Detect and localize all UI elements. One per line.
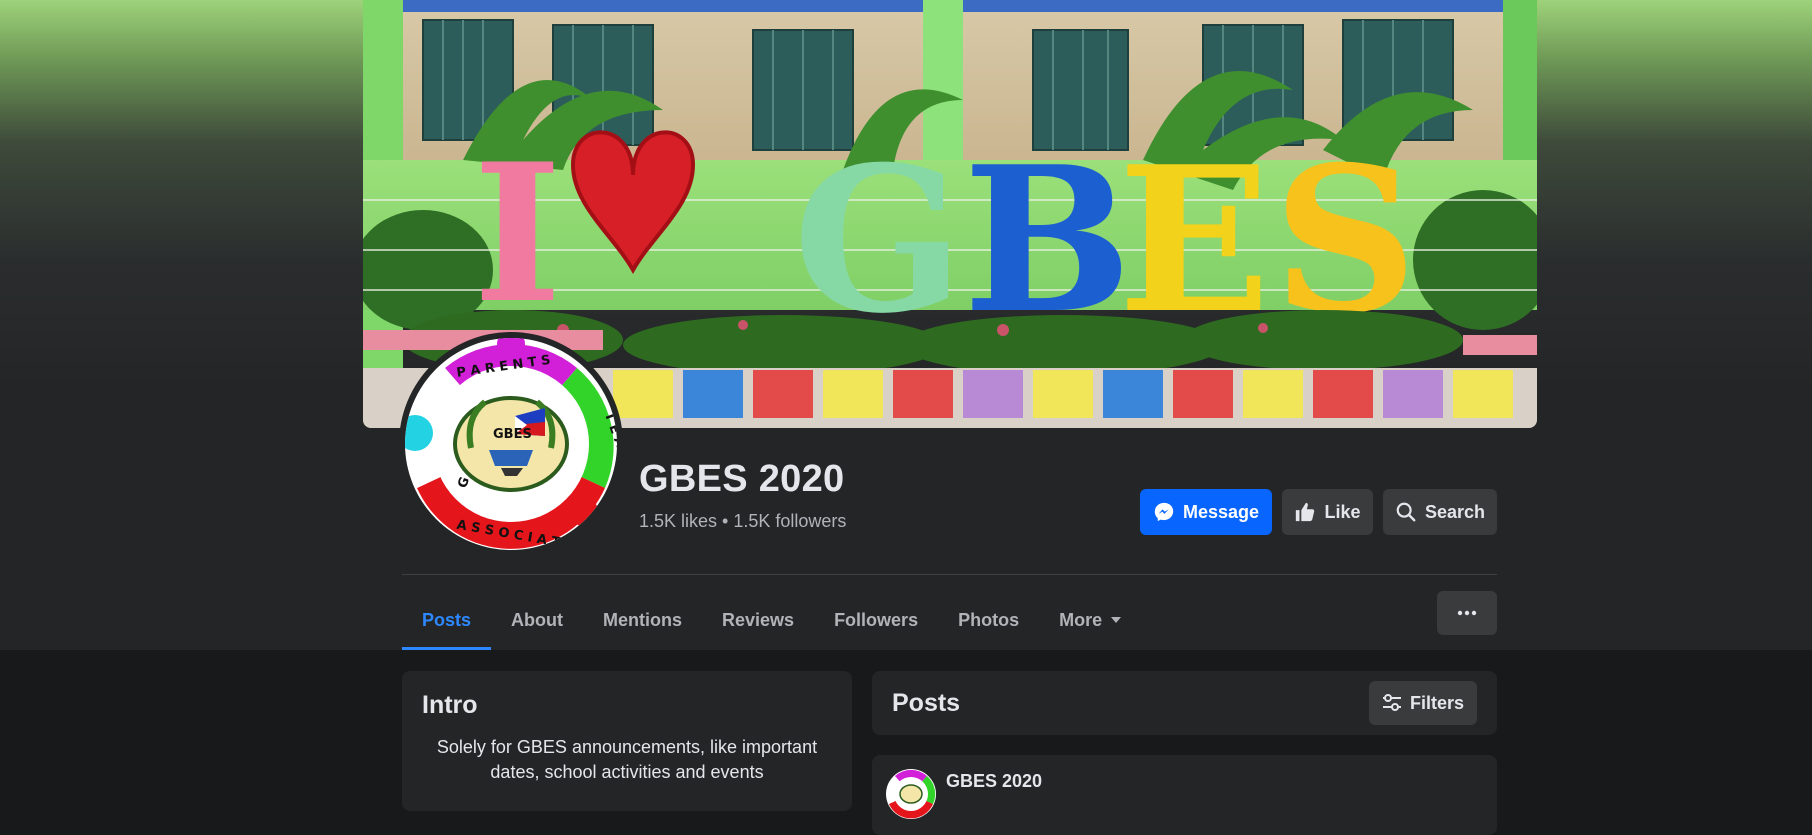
thumbs-up-icon <box>1296 502 1315 522</box>
post-author-avatar[interactable] <box>886 769 936 819</box>
tab-about[interactable]: About <box>491 590 583 650</box>
tab-reviews-label: Reviews <box>722 609 795 630</box>
posts-header-card: Posts Filters <box>872 671 1497 735</box>
sliders-icon <box>1382 694 1401 711</box>
tab-posts[interactable]: Posts <box>402 590 492 650</box>
message-button-label: Message <box>1182 501 1260 522</box>
followers-count[interactable]: 1.5K followers <box>733 511 846 531</box>
profile-tabs: Posts About Mentions Reviews Followers P… <box>402 590 1142 650</box>
likes-count[interactable]: 1.5K likes <box>639 511 717 531</box>
like-button[interactable]: Like <box>1282 489 1373 535</box>
tab-posts-label: Posts <box>422 609 472 630</box>
page-title: GBES 2020 <box>639 458 845 500</box>
post-author-name[interactable]: GBES 2020 <box>946 771 1042 792</box>
post-card: GBES 2020 <box>872 755 1497 835</box>
tab-about-label: About <box>511 609 564 630</box>
like-button-label: Like <box>1324 501 1361 522</box>
page-stats: 1.5K likes • 1.5K followers <box>639 511 846 532</box>
header-divider <box>402 574 1497 575</box>
intro-card: Intro Solely for GBES announcements, lik… <box>402 671 852 811</box>
search-button[interactable]: Search <box>1383 489 1497 535</box>
tab-photos-label: Photos <box>958 609 1020 630</box>
stats-separator: • <box>722 511 729 531</box>
tab-mentions[interactable]: Mentions <box>583 590 702 650</box>
search-button-label: Search <box>1424 501 1486 522</box>
intro-bio: Solely for GBES announcements, like impo… <box>436 737 818 782</box>
caret-down-icon <box>1111 617 1122 623</box>
tab-followers[interactable]: Followers <box>814 590 938 650</box>
search-icon <box>1396 502 1416 522</box>
tab-more[interactable]: More <box>1039 590 1142 650</box>
tab-photos[interactable]: Photos <box>938 590 1039 650</box>
svg-text:GBES: GBES <box>493 427 532 442</box>
filters-button[interactable]: Filters <box>1369 681 1477 725</box>
message-button[interactable]: Message <box>1140 489 1272 535</box>
tab-mentions-label: Mentions <box>603 609 683 630</box>
ellipsis-icon <box>1457 610 1477 616</box>
more-options-button[interactable] <box>1437 591 1497 635</box>
intro-title: Intro <box>422 691 478 719</box>
tab-reviews[interactable]: Reviews <box>702 590 814 650</box>
tab-followers-label: Followers <box>834 609 919 630</box>
filters-button-label: Filters <box>1409 692 1465 713</box>
messenger-icon <box>1154 502 1174 522</box>
profile-avatar[interactable]: P A R E N T S G E N E R A L T E A C H E … <box>399 332 623 556</box>
tab-more-label: More <box>1059 609 1103 630</box>
gbes-logo: P A R E N T S G E N E R A L T E A C H E … <box>405 338 617 550</box>
posts-title: Posts <box>892 689 961 717</box>
